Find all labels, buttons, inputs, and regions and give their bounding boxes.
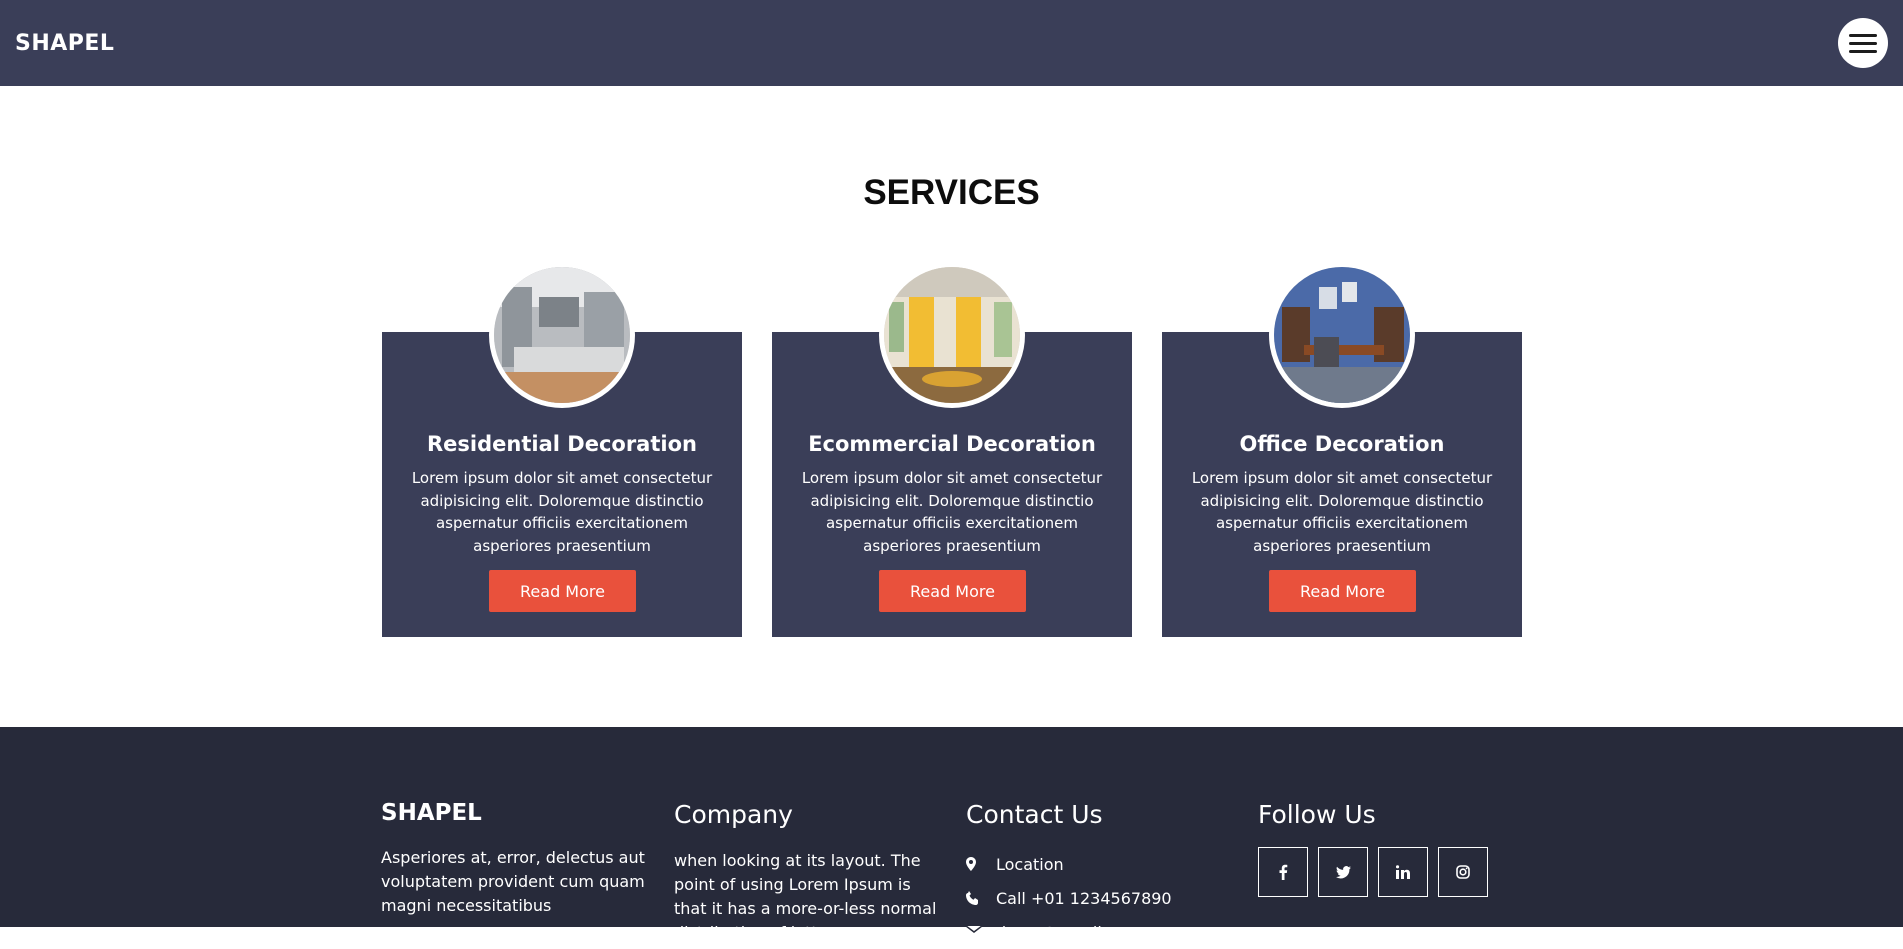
footer-company-heading: Company — [674, 800, 793, 829]
facebook-icon[interactable] — [1258, 847, 1308, 897]
hamburger-menu-button[interactable] — [1838, 18, 1888, 68]
twitter-icon[interactable] — [1318, 847, 1368, 897]
footer-company-column: Company when looking at its layout. The … — [674, 800, 944, 945]
card-title: Residential Decoration — [427, 432, 697, 456]
kitchen-photo — [489, 262, 635, 408]
restaurant-photo — [879, 262, 1025, 408]
footer-contact-heading: Contact Us — [966, 800, 1103, 829]
hamburger-menu-icon — [1849, 33, 1877, 37]
contact-email[interactable]: demo@gmail.com — [966, 915, 1236, 949]
service-card-office: Office Decoration Lorem ipsum dolor sit … — [1162, 262, 1522, 638]
map-marker-icon — [966, 857, 996, 871]
card-description: Lorem ipsum dolor sit amet consectetur a… — [801, 469, 1103, 555]
footer-brand-text: Asperiores at, error, delectus aut volup… — [381, 848, 645, 915]
footer-follow-heading: Follow Us — [1258, 800, 1376, 829]
footer-follow-column: Follow Us — [1258, 800, 1528, 897]
contact-email-text: demo@gmail.com — [996, 922, 1142, 942]
footer-company-text: when looking at its layout. The point of… — [674, 851, 937, 942]
brand-logo[interactable]: SHAPEL — [15, 31, 114, 56]
phone-icon — [966, 891, 996, 905]
linkedin-icon[interactable] — [1378, 847, 1428, 897]
contact-location[interactable]: Location — [966, 847, 1236, 881]
footer-brand: SHAPEL — [381, 800, 482, 826]
contact-list: Location Call +01 1234567890 demo@gmail.… — [966, 847, 1236, 949]
service-card-residential: Residential Decoration Lorem ipsum dolor… — [382, 262, 742, 638]
service-card-ecommercial: Ecommercial Decoration Lorem ipsum dolor… — [772, 262, 1132, 638]
services-title: SERVICES — [863, 173, 1040, 212]
read-more-button[interactable]: Read More — [879, 570, 1026, 612]
card-title: Office Decoration — [1239, 432, 1445, 456]
card-description: Lorem ipsum dolor sit amet consectetur a… — [1191, 469, 1493, 555]
instagram-icon[interactable] — [1438, 847, 1488, 897]
card-title: Ecommercial Decoration — [808, 432, 1096, 456]
read-more-button[interactable]: Read More — [1269, 570, 1416, 612]
contact-location-text: Location — [996, 854, 1064, 874]
social-links — [1258, 847, 1528, 897]
contact-phone[interactable]: Call +01 1234567890 — [966, 881, 1236, 915]
read-more-button[interactable]: Read More — [489, 570, 636, 612]
top-navbar: SHAPEL — [0, 0, 1903, 86]
services-cards: Residential Decoration Lorem ipsum dolor… — [382, 262, 1522, 638]
site-footer: SHAPEL Asperiores at, error, delectus au… — [0, 727, 1903, 942]
office-photo — [1269, 262, 1415, 408]
envelope-icon — [966, 926, 996, 938]
card-description: Lorem ipsum dolor sit amet consectetur a… — [411, 469, 713, 555]
contact-phone-text: Call +01 1234567890 — [996, 888, 1172, 908]
footer-brand-column: SHAPEL Asperiores at, error, delectus au… — [381, 800, 651, 918]
